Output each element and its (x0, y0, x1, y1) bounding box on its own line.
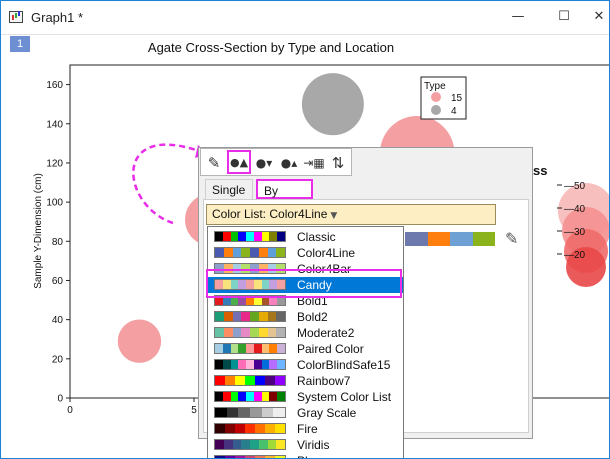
graph-window: Graph1 * — ☐ ✕ 1 Agate Cross-Section by … (0, 0, 610, 459)
y-tick-label: 40 (52, 315, 64, 326)
y-tick-label: 0 (57, 394, 63, 405)
close-button[interactable]: ✕ (587, 1, 609, 33)
color-list-value: Color List: Color4Line (212, 207, 328, 221)
y-tick-label: 100 (46, 198, 63, 209)
color-list-option-label: System Color List (297, 390, 392, 404)
color-swatches (214, 359, 286, 370)
color-list-option[interactable]: Fire (208, 421, 403, 437)
window-title: Graph1 * (31, 10, 84, 25)
legend-title: Type (424, 81, 446, 92)
worksheet-table-icon[interactable]: ⇥▦ (302, 153, 326, 173)
color-list-option-label: Paired Color (297, 342, 364, 356)
type-legend[interactable]: Type 15 4 (420, 76, 467, 120)
y-tick-label: 20 (52, 354, 64, 365)
color-list-option-label: Plasma (297, 453, 337, 458)
color-list-option-label: Viridis (297, 438, 330, 452)
x-tick-label: 5 (191, 405, 197, 416)
symbol-size-increase-icon[interactable]: ●▴ (279, 153, 299, 173)
color-list-option-label: Classic (297, 230, 336, 244)
color-list-option[interactable]: System Color List (208, 389, 403, 405)
legend-swatch-4 (431, 105, 441, 115)
color-swatches (214, 455, 286, 458)
y-tick-label: 140 (46, 119, 63, 130)
color-list-option[interactable]: Gray Scale (208, 405, 403, 421)
legend-label-4: 4 (451, 106, 457, 117)
color-list-option[interactable]: Bold2 (208, 309, 403, 325)
color-swatches (214, 375, 286, 386)
y-tick-label: 160 (46, 80, 63, 91)
x-axis: 05 (67, 398, 197, 416)
color-swatches (214, 327, 286, 338)
color-list-option-label: Gray Scale (297, 406, 357, 420)
color-swatches (214, 391, 286, 402)
bubble-15-0[interactable] (117, 319, 162, 363)
y-tick-label: 120 (46, 158, 63, 169)
color-list-option[interactable]: Classic (208, 229, 403, 245)
symbol-size-decrease-icon[interactable]: ●▾ (254, 153, 274, 173)
color-swatches (214, 423, 286, 434)
y-tick-label: 60 (52, 276, 64, 287)
mass-tick-label: —50 (564, 181, 586, 192)
cycle-colors-icon[interactable]: ⇅ (328, 153, 348, 173)
color-swatches (214, 439, 286, 450)
y-axis: 0 20 40 60 80 100 120 140 160 (46, 80, 70, 405)
y-tick-label: 80 (52, 237, 64, 248)
legend-swatch-15 (431, 92, 441, 102)
color-swatches (214, 247, 286, 258)
bubble-4-0[interactable] (301, 73, 364, 136)
preview-swatch (405, 232, 428, 246)
mini-toolbar: ✎ ●▲ ●▾ ●▴ ⇥▦ ⇅ (200, 148, 352, 176)
legend-label-15: 15 (451, 93, 463, 104)
color-list-option-label: Moderate2 (297, 326, 355, 340)
color-list-option[interactable]: Paired Color (208, 341, 403, 357)
color-list-option-label: ColorBlindSafe15 (297, 358, 391, 372)
pencil-icon[interactable]: ✎ (204, 153, 224, 173)
color-list-option[interactable]: Rainbow7 (208, 373, 403, 389)
color-list-option[interactable]: Moderate2 (208, 325, 403, 341)
edit-pencil-icon[interactable]: ✎ (505, 229, 518, 248)
color-list-option[interactable]: ColorBlindSafe15 (208, 357, 403, 373)
color-list-option[interactable]: Color4Line (208, 245, 403, 261)
x-tick-label: 0 (67, 405, 73, 416)
color-list-option[interactable]: Plasma (208, 453, 403, 458)
color-swatches (214, 407, 286, 418)
preview-swatch (427, 232, 450, 246)
graph-window-icon (9, 11, 23, 23)
chevron-down-icon: ▼ (330, 211, 338, 221)
tab-single[interactable]: Single (205, 179, 253, 199)
color-preview-strip (405, 232, 495, 246)
candy-highlight (206, 269, 402, 298)
mass-tick-label: —30 (564, 227, 586, 238)
minimize-button[interactable]: — (495, 1, 541, 33)
color-list-option-label: Fire (297, 422, 318, 436)
color-list-option-label: Rainbow7 (297, 374, 351, 388)
mass-tick-label: —40 (564, 204, 586, 215)
color-list-option[interactable]: Viridis (208, 437, 403, 453)
color-list-menu[interactable]: Classic Color4Line Color4Bar Candy Bold1 Bold… (207, 226, 404, 458)
color-swatches (214, 231, 286, 242)
maximize-button[interactable]: ☐ (541, 1, 587, 33)
color-list-option-label: Color4Line (297, 246, 356, 260)
symbol-button-highlight (227, 150, 251, 174)
title-bar[interactable]: Graph1 * — ☐ ✕ (1, 1, 609, 33)
preview-swatch (472, 232, 495, 246)
color-list-option-label: Bold2 (297, 310, 328, 324)
tab-by-points[interactable]: By Points (256, 179, 313, 218)
color-swatches (214, 343, 286, 354)
color-swatches (214, 311, 286, 322)
y-axis-label: Sample Y-Dimension (cm) (33, 173, 44, 289)
color-list-dropdown[interactable]: Color List: Color4Line ▼ (206, 204, 496, 225)
chart-title: Agate Cross-Section by Type and Location (148, 40, 394, 55)
mass-tick-label: —20 (564, 250, 586, 261)
preview-swatch (450, 232, 473, 246)
